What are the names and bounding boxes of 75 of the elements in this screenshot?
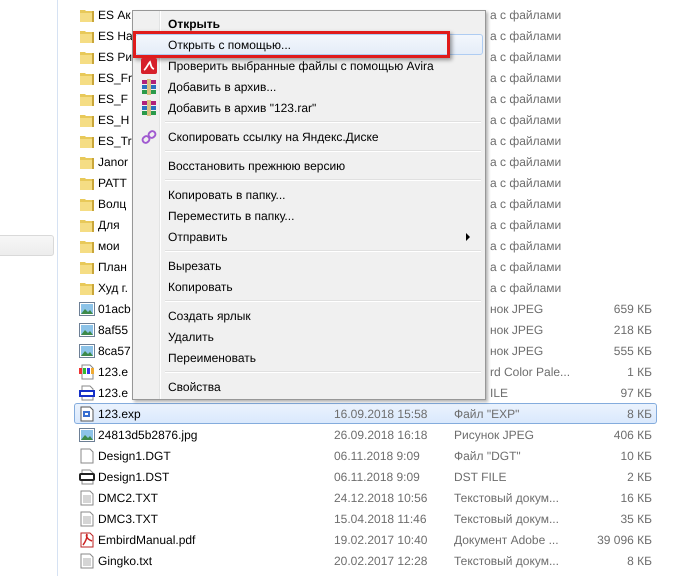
file-size: 97 КБ bbox=[620, 386, 652, 400]
file-size: 8 КБ bbox=[627, 406, 652, 420]
file-date: 26.09.2018 16:18 bbox=[334, 428, 428, 442]
file-size: 8 КБ bbox=[627, 554, 652, 568]
file-name: Janor bbox=[98, 154, 128, 168]
file-date: 20.02.2017 12:28 bbox=[334, 554, 428, 568]
file-type: Файл "DGT" bbox=[454, 448, 521, 462]
file-name: Волц bbox=[98, 196, 126, 210]
file-type: Файл "EXP" bbox=[454, 406, 520, 420]
file-name: 123.exp bbox=[98, 406, 141, 420]
file-name: Design1.DST bbox=[98, 470, 170, 484]
file-type: DST FILE bbox=[454, 470, 506, 484]
file-size: 39 096 КБ bbox=[597, 532, 652, 546]
file-name: 8ca57 bbox=[98, 344, 131, 358]
file-size: 218 КБ bbox=[614, 322, 652, 336]
file-date: 15.04.2018 11:46 bbox=[334, 512, 427, 526]
file-type: а с файлами bbox=[490, 28, 562, 42]
file-name: Design1.DGT bbox=[98, 448, 171, 462]
file-name: DMC3.TXT bbox=[98, 512, 158, 526]
file-size: 16 КБ bbox=[620, 490, 652, 504]
file-type: а с файлами bbox=[490, 218, 562, 232]
file-type: а с файлами bbox=[490, 50, 562, 64]
file-type: Рисунок JPEG bbox=[454, 428, 534, 442]
file-type: ILE bbox=[490, 386, 508, 400]
file-name: ES_Tr bbox=[98, 134, 132, 148]
file-name: ES Ак bbox=[98, 8, 131, 22]
file-type: а с файлами bbox=[490, 112, 562, 126]
file-name: ES_F bbox=[98, 92, 128, 106]
file-type: нок JPEG bbox=[490, 302, 544, 316]
file-name: 24813d5b2876.jpg bbox=[98, 428, 198, 442]
file-type: Текстовый докум... bbox=[454, 490, 559, 504]
file-name: 8af55 bbox=[98, 322, 128, 336]
file-type: а с файлами bbox=[490, 238, 562, 252]
file-type: а с файлами bbox=[490, 154, 562, 168]
file-type: Документ Adobe ... bbox=[454, 532, 559, 546]
file-type: rd Color Pale... bbox=[490, 364, 570, 378]
file-size: 406 КБ bbox=[614, 428, 652, 442]
file-size: 659 КБ bbox=[614, 302, 652, 316]
file-type: Текстовый докум... bbox=[454, 554, 559, 568]
file-type: а с файлами bbox=[490, 280, 562, 294]
file-name: ES_Fr bbox=[98, 70, 132, 84]
file-name: 123.e bbox=[98, 386, 128, 400]
file-name: Худ г. bbox=[98, 280, 128, 294]
file-size: 35 КБ bbox=[620, 512, 652, 526]
file-size: 2 КБ bbox=[627, 470, 652, 484]
file-date: 06.11.2018 9:09 bbox=[334, 470, 420, 484]
file-type: а с файлами bbox=[490, 176, 562, 190]
file-name: DMC2.TXT bbox=[98, 490, 158, 504]
file-type: нок JPEG bbox=[490, 322, 544, 336]
file-name: План bbox=[98, 260, 127, 274]
file-name: EmbirdManual.pdf bbox=[98, 532, 196, 546]
file-name: ES На bbox=[98, 28, 133, 42]
file-name: мои bbox=[98, 238, 120, 252]
file-date: 06.11.2018 9:09 bbox=[334, 448, 420, 462]
file-type: а с файлами bbox=[490, 92, 562, 106]
file-size: 555 КБ bbox=[614, 344, 652, 358]
file-size: 1 КБ bbox=[627, 364, 652, 378]
file-name: ES_H bbox=[98, 112, 130, 126]
file-name: PATT bbox=[98, 176, 127, 190]
file-name: ES Ри bbox=[98, 50, 132, 64]
file-type: а с файлами bbox=[490, 260, 562, 274]
file-type: а с файлами bbox=[490, 70, 562, 84]
file-size: 10 КБ bbox=[620, 448, 652, 462]
file-name: 123.e bbox=[98, 364, 128, 378]
file-date: 24.12.2018 10:56 bbox=[334, 490, 428, 504]
file-type: Текстовый докум... bbox=[454, 512, 559, 526]
file-type: а с файлами bbox=[490, 8, 562, 22]
file-name: Gingko.txt bbox=[98, 554, 152, 568]
file-name: Для bbox=[98, 218, 120, 232]
file-date: 19.02.2017 10:40 bbox=[334, 532, 428, 546]
file-type: а с файлами bbox=[490, 134, 562, 148]
file-type: а с файлами bbox=[490, 196, 562, 210]
file-type: нок JPEG bbox=[490, 344, 544, 358]
file-date: 16.09.2018 15:58 bbox=[334, 406, 428, 420]
file-name: 01acb bbox=[98, 302, 131, 316]
